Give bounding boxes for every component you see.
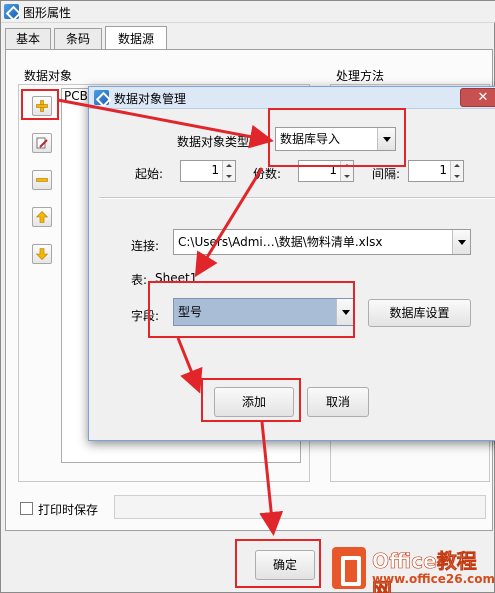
add-field-button[interactable]: 添加 [214,387,294,417]
app-icon [4,4,19,19]
processing-label: 处理方法 [336,69,385,83]
watermark-url: www.office26.com [372,572,495,586]
chevron-down-icon[interactable] [336,299,354,325]
spinner-arrows-icon[interactable] [222,161,235,181]
print-save-checkbox[interactable] [20,502,33,515]
chevron-down-icon[interactable] [452,230,470,254]
field-label: 字段: [131,309,160,323]
remove-icon [36,178,48,182]
connection-value: C:\Users\Admi…\数据\物料清单.xlsx [178,235,383,249]
tab-basic[interactable]: 基本 [5,28,51,50]
separator [99,197,495,199]
print-save-field [114,495,486,519]
close-button[interactable]: ✕ [460,88,495,107]
office-logo-icon [332,547,366,589]
add-icon [36,100,48,112]
field-value: 型号 [178,305,203,319]
spinner-arrows-icon[interactable] [340,161,353,181]
interval-spinner[interactable]: 1 [408,160,464,182]
interval-value: 1 [439,163,447,177]
close-icon: ✕ [477,90,489,105]
type-select[interactable]: 数据库导入 [275,127,396,151]
tab-barcode[interactable]: 条码 [54,28,102,50]
dialog-title-bar: 数据对象管理 ✕ [89,87,495,109]
chevron-down-icon[interactable] [377,128,395,150]
spinner-arrows-icon[interactable] [450,161,463,181]
cancel-button[interactable]: 取消 [307,387,369,417]
interval-label: 间隔: [372,167,401,181]
connection-label: 连接: [131,239,160,253]
add-button[interactable] [32,96,52,116]
move-up-icon [36,211,48,223]
start-label: 起始: [135,167,164,181]
copies-spinner[interactable]: 1 [298,160,354,182]
start-spinner[interactable]: 1 [180,160,236,182]
window-title: 图形属性 [23,6,72,20]
tab-datasource[interactable]: 数据源 [105,26,167,50]
connection-select[interactable]: C:\Users\Admi…\数据\物料清单.xlsx [173,229,471,255]
remove-button[interactable] [32,170,52,190]
copies-value: 1 [329,163,337,177]
copies-label: 份数: [253,167,282,181]
type-value: 数据库导入 [280,132,341,146]
start-value: 1 [211,163,219,177]
dialog-app-icon [94,90,109,105]
dialog-title: 数据对象管理 [114,92,187,106]
watermark-logo: Office教程网 www.office26.com [328,545,495,593]
move-down-button[interactable] [32,244,52,264]
type-label: 数据对象类型: [177,135,254,149]
data-object-manager-dialog: 数据对象管理 ✕ 数据对象类型: 数据库导入 起始: 1 份数: 1 间隔: 1… [88,86,495,441]
db-settings-button[interactable]: 数据库设置 [368,299,471,327]
data-object-label: 数据对象 [24,69,73,83]
title-bar: 图形属性 [1,1,495,23]
edit-button[interactable] [32,133,52,153]
list-item[interactable]: PCB [64,89,88,103]
table-label: 表: [131,273,148,287]
table-value: Sheet1 [155,271,198,285]
edit-icon [36,137,48,149]
ok-button[interactable]: 确定 [255,550,315,580]
print-save-label: 打印时保存 [38,503,99,517]
move-up-button[interactable] [32,207,52,227]
move-down-icon [36,248,48,260]
field-select[interactable]: 型号 [173,298,355,326]
